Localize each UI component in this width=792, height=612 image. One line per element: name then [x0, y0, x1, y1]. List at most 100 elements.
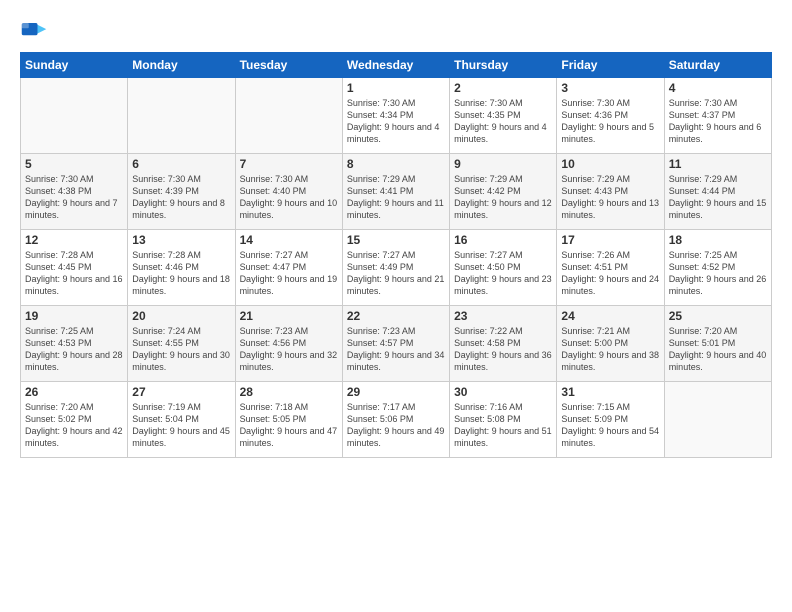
- calendar-cell: 3 Sunrise: 7:30 AM Sunset: 4:36 PM Daylig…: [557, 78, 664, 154]
- cell-day-number: 11: [669, 157, 767, 171]
- cell-day-number: 10: [561, 157, 659, 171]
- calendar-cell: [128, 78, 235, 154]
- cell-info: Sunrise: 7:20 AM Sunset: 5:01 PM Dayligh…: [669, 325, 767, 374]
- calendar-week-row: 5 Sunrise: 7:30 AM Sunset: 4:38 PM Daylig…: [21, 154, 772, 230]
- weekday-header: Sunday: [21, 53, 128, 78]
- cell-day-number: 30: [454, 385, 552, 399]
- cell-info: Sunrise: 7:25 AM Sunset: 4:53 PM Dayligh…: [25, 325, 123, 374]
- weekday-header: Tuesday: [235, 53, 342, 78]
- cell-info: Sunrise: 7:29 AM Sunset: 4:43 PM Dayligh…: [561, 173, 659, 222]
- calendar-cell: 6 Sunrise: 7:30 AM Sunset: 4:39 PM Daylig…: [128, 154, 235, 230]
- calendar-cell: 23 Sunrise: 7:22 AM Sunset: 4:58 PM Dayli…: [450, 306, 557, 382]
- calendar-cell: 16 Sunrise: 7:27 AM Sunset: 4:50 PM Dayli…: [450, 230, 557, 306]
- cell-day-number: 8: [347, 157, 445, 171]
- cell-info: Sunrise: 7:28 AM Sunset: 4:45 PM Dayligh…: [25, 249, 123, 298]
- page: SundayMondayTuesdayWednesdayThursdayFrid…: [0, 0, 792, 612]
- cell-day-number: 6: [132, 157, 230, 171]
- cell-info: Sunrise: 7:26 AM Sunset: 4:51 PM Dayligh…: [561, 249, 659, 298]
- cell-info: Sunrise: 7:25 AM Sunset: 4:52 PM Dayligh…: [669, 249, 767, 298]
- header: [20, 16, 772, 44]
- calendar-cell: 20 Sunrise: 7:24 AM Sunset: 4:55 PM Dayli…: [128, 306, 235, 382]
- cell-info: Sunrise: 7:22 AM Sunset: 4:58 PM Dayligh…: [454, 325, 552, 374]
- cell-info: Sunrise: 7:23 AM Sunset: 4:56 PM Dayligh…: [240, 325, 338, 374]
- calendar-cell: 10 Sunrise: 7:29 AM Sunset: 4:43 PM Dayli…: [557, 154, 664, 230]
- cell-info: Sunrise: 7:29 AM Sunset: 4:42 PM Dayligh…: [454, 173, 552, 222]
- calendar-cell: 24 Sunrise: 7:21 AM Sunset: 5:00 PM Dayli…: [557, 306, 664, 382]
- calendar: SundayMondayTuesdayWednesdayThursdayFrid…: [20, 52, 772, 458]
- cell-day-number: 22: [347, 309, 445, 323]
- calendar-cell: 26Sunrise: 7:20 AM Sunset: 5:02 PM Dayli…: [21, 382, 128, 458]
- cell-day-number: 1: [347, 81, 445, 95]
- cell-info: Sunrise: 7:28 AM Sunset: 4:46 PM Dayligh…: [132, 249, 230, 298]
- cell-day-number: 18: [669, 233, 767, 247]
- cell-info: Sunrise: 7:30 AM Sunset: 4:39 PM Dayligh…: [132, 173, 230, 222]
- cell-info: Sunrise: 7:18 AM Sunset: 5:05 PM Dayligh…: [240, 401, 338, 450]
- cell-info: Sunrise: 7:23 AM Sunset: 4:57 PM Dayligh…: [347, 325, 445, 374]
- cell-info: Sunrise: 7:30 AM Sunset: 4:40 PM Dayligh…: [240, 173, 338, 222]
- cell-day-number: 29: [347, 385, 445, 399]
- cell-info: Sunrise: 7:21 AM Sunset: 5:00 PM Dayligh…: [561, 325, 659, 374]
- calendar-cell: 9 Sunrise: 7:29 AM Sunset: 4:42 PM Daylig…: [450, 154, 557, 230]
- cell-info: Sunrise: 7:20 AM Sunset: 5:02 PM Dayligh…: [25, 401, 123, 450]
- logo: [20, 16, 52, 44]
- cell-info: Sunrise: 7:27 AM Sunset: 4:47 PM Dayligh…: [240, 249, 338, 298]
- cell-day-number: 9: [454, 157, 552, 171]
- calendar-cell: 25 Sunrise: 7:20 AM Sunset: 5:01 PM Dayli…: [664, 306, 771, 382]
- cell-day-number: 28: [240, 385, 338, 399]
- calendar-week-row: 19Sunrise: 7:25 AM Sunset: 4:53 PM Dayli…: [21, 306, 772, 382]
- calendar-cell: 5 Sunrise: 7:30 AM Sunset: 4:38 PM Daylig…: [21, 154, 128, 230]
- cell-day-number: 7: [240, 157, 338, 171]
- calendar-cell: 15Sunrise: 7:27 AM Sunset: 4:49 PM Dayli…: [342, 230, 449, 306]
- cell-day-number: 21: [240, 309, 338, 323]
- cell-day-number: 16: [454, 233, 552, 247]
- cell-day-number: 3: [561, 81, 659, 95]
- calendar-cell: 4Sunrise: 7:30 AM Sunset: 4:37 PM Daylig…: [664, 78, 771, 154]
- cell-day-number: 24: [561, 309, 659, 323]
- calendar-week-row: 1 Sunrise: 7:30 AM Sunset: 4:34 PM Daylig…: [21, 78, 772, 154]
- cell-day-number: 20: [132, 309, 230, 323]
- calendar-cell: [235, 78, 342, 154]
- cell-info: Sunrise: 7:27 AM Sunset: 4:50 PM Dayligh…: [454, 249, 552, 298]
- weekday-header: Thursday: [450, 53, 557, 78]
- calendar-cell: 27Sunrise: 7:19 AM Sunset: 5:04 PM Dayli…: [128, 382, 235, 458]
- calendar-cell: 31 Sunrise: 7:15 AM Sunset: 5:09 PM Dayli…: [557, 382, 664, 458]
- calendar-cell: 30Sunrise: 7:16 AM Sunset: 5:08 PM Dayli…: [450, 382, 557, 458]
- cell-info: Sunrise: 7:30 AM Sunset: 4:34 PM Dayligh…: [347, 97, 445, 146]
- cell-day-number: 23: [454, 309, 552, 323]
- cell-day-number: 14: [240, 233, 338, 247]
- cell-info: Sunrise: 7:30 AM Sunset: 4:38 PM Dayligh…: [25, 173, 123, 222]
- cell-day-number: 31: [561, 385, 659, 399]
- cell-info: Sunrise: 7:30 AM Sunset: 4:37 PM Dayligh…: [669, 97, 767, 146]
- calendar-cell: [664, 382, 771, 458]
- cell-day-number: 13: [132, 233, 230, 247]
- cell-info: Sunrise: 7:15 AM Sunset: 5:09 PM Dayligh…: [561, 401, 659, 450]
- cell-day-number: 17: [561, 233, 659, 247]
- calendar-cell: 13 Sunrise: 7:28 AM Sunset: 4:46 PM Dayli…: [128, 230, 235, 306]
- calendar-header-row: SundayMondayTuesdayWednesdayThursdayFrid…: [21, 53, 772, 78]
- calendar-week-row: 12Sunrise: 7:28 AM Sunset: 4:45 PM Dayli…: [21, 230, 772, 306]
- cell-day-number: 2: [454, 81, 552, 95]
- calendar-cell: 17 Sunrise: 7:26 AM Sunset: 4:51 PM Dayli…: [557, 230, 664, 306]
- calendar-cell: 8 Sunrise: 7:29 AM Sunset: 4:41 PM Daylig…: [342, 154, 449, 230]
- cell-info: Sunrise: 7:24 AM Sunset: 4:55 PM Dayligh…: [132, 325, 230, 374]
- cell-info: Sunrise: 7:29 AM Sunset: 4:41 PM Dayligh…: [347, 173, 445, 222]
- calendar-cell: 7 Sunrise: 7:30 AM Sunset: 4:40 PM Daylig…: [235, 154, 342, 230]
- cell-info: Sunrise: 7:19 AM Sunset: 5:04 PM Dayligh…: [132, 401, 230, 450]
- calendar-cell: [21, 78, 128, 154]
- weekday-header: Wednesday: [342, 53, 449, 78]
- calendar-cell: 14 Sunrise: 7:27 AM Sunset: 4:47 PM Dayli…: [235, 230, 342, 306]
- cell-day-number: 5: [25, 157, 123, 171]
- calendar-cell: 22 Sunrise: 7:23 AM Sunset: 4:57 PM Dayli…: [342, 306, 449, 382]
- cell-info: Sunrise: 7:30 AM Sunset: 4:36 PM Dayligh…: [561, 97, 659, 146]
- logo-icon: [20, 16, 48, 44]
- cell-day-number: 25: [669, 309, 767, 323]
- calendar-cell: 1 Sunrise: 7:30 AM Sunset: 4:34 PM Daylig…: [342, 78, 449, 154]
- cell-info: Sunrise: 7:29 AM Sunset: 4:44 PM Dayligh…: [669, 173, 767, 222]
- calendar-week-row: 26Sunrise: 7:20 AM Sunset: 5:02 PM Dayli…: [21, 382, 772, 458]
- calendar-cell: 19Sunrise: 7:25 AM Sunset: 4:53 PM Dayli…: [21, 306, 128, 382]
- cell-info: Sunrise: 7:30 AM Sunset: 4:35 PM Dayligh…: [454, 97, 552, 146]
- calendar-cell: 2 Sunrise: 7:30 AM Sunset: 4:35 PM Daylig…: [450, 78, 557, 154]
- weekday-header: Friday: [557, 53, 664, 78]
- calendar-cell: 12Sunrise: 7:28 AM Sunset: 4:45 PM Dayli…: [21, 230, 128, 306]
- calendar-cell: 21 Sunrise: 7:23 AM Sunset: 4:56 PM Dayli…: [235, 306, 342, 382]
